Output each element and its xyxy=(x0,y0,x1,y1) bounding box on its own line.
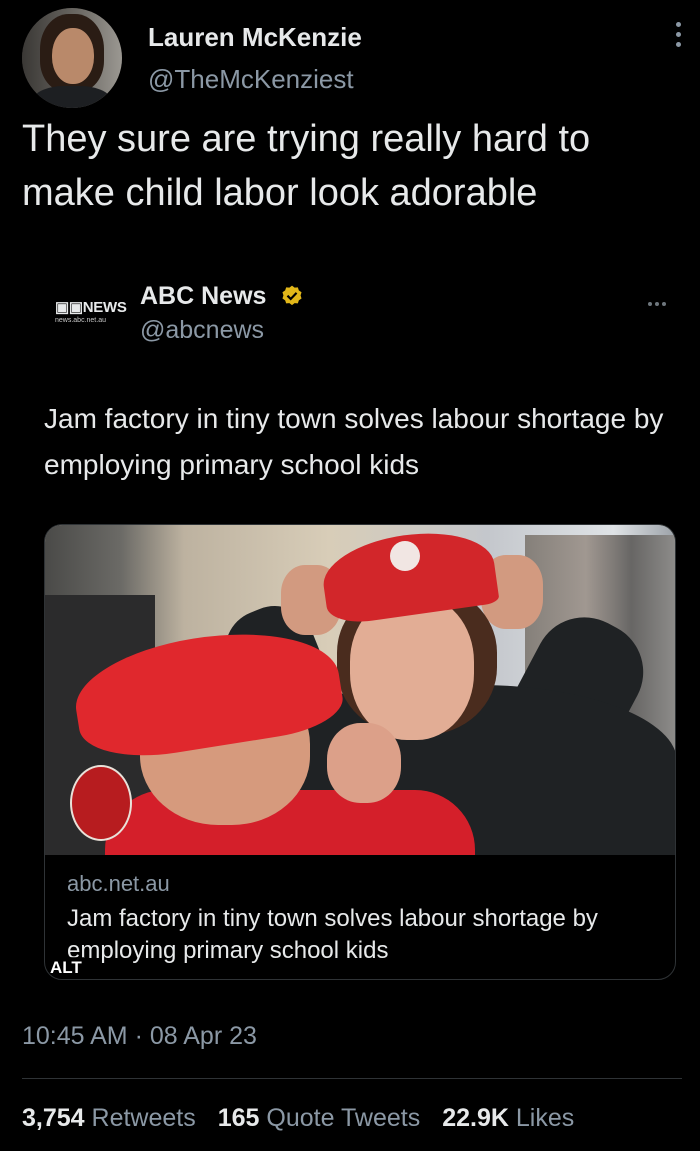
author-avatar[interactable] xyxy=(22,8,122,108)
logo-subtext: news.abc.net.au xyxy=(55,317,106,324)
timestamp-separator: · xyxy=(134,1022,143,1050)
quote-tweets-stat[interactable]: 165 Quote Tweets xyxy=(218,1104,420,1132)
verified-badge-icon xyxy=(282,285,302,306)
tweet-date: 08 Apr 23 xyxy=(149,1022,257,1050)
retweets-stat[interactable]: 3,754 Retweets xyxy=(22,1104,196,1132)
retweets-label: Retweets xyxy=(91,1104,196,1132)
engagement-stats: 3,754 Retweets 165 Quote Tweets 22.9K Like… xyxy=(22,1104,574,1133)
link-card[interactable]: abc.net.au Jam factory in tiny town solv… xyxy=(44,524,676,980)
card-title: Jam factory in tiny town solves labour s… xyxy=(67,905,598,964)
quoted-tweet-text: Jam factory in tiny town solves labour s… xyxy=(44,403,664,480)
divider xyxy=(22,1078,682,1079)
tweet-timestamp[interactable]: 10:45 AM · 08 Apr 23 xyxy=(22,1022,257,1051)
author-name[interactable]: Lauren McKenzie xyxy=(148,22,362,53)
quoted-author-handle[interactable]: @abcnews xyxy=(140,316,264,345)
tweet-time: 10:45 AM xyxy=(22,1022,128,1050)
alt-text-badge[interactable]: ALT xyxy=(48,957,84,979)
quoted-more-icon[interactable] xyxy=(648,293,674,306)
quotes-count: 165 xyxy=(217,1104,260,1132)
article-photo[interactable] xyxy=(45,525,675,855)
quotes-label: Quote Tweets xyxy=(266,1104,421,1132)
likes-stat[interactable]: 22.9K Likes xyxy=(442,1104,574,1132)
card-domain: abc.net.au xyxy=(67,871,170,896)
logo-text: NEWS xyxy=(82,299,127,316)
abc-logo-mark-icon: ▣▣ xyxy=(55,299,83,316)
tweet-text: They sure are trying really hard to make… xyxy=(22,118,591,214)
likes-label: Likes xyxy=(515,1104,575,1132)
author-handle[interactable]: @TheMcKenziest xyxy=(148,64,354,95)
abc-news-logo[interactable]: ▣▣NEWS news.abc.net.au xyxy=(55,298,127,332)
quoted-author-name[interactable]: ABC News xyxy=(140,282,266,311)
likes-count: 22.9K xyxy=(442,1104,509,1132)
more-options-icon[interactable] xyxy=(668,22,688,52)
retweets-count: 3,754 xyxy=(22,1104,85,1132)
